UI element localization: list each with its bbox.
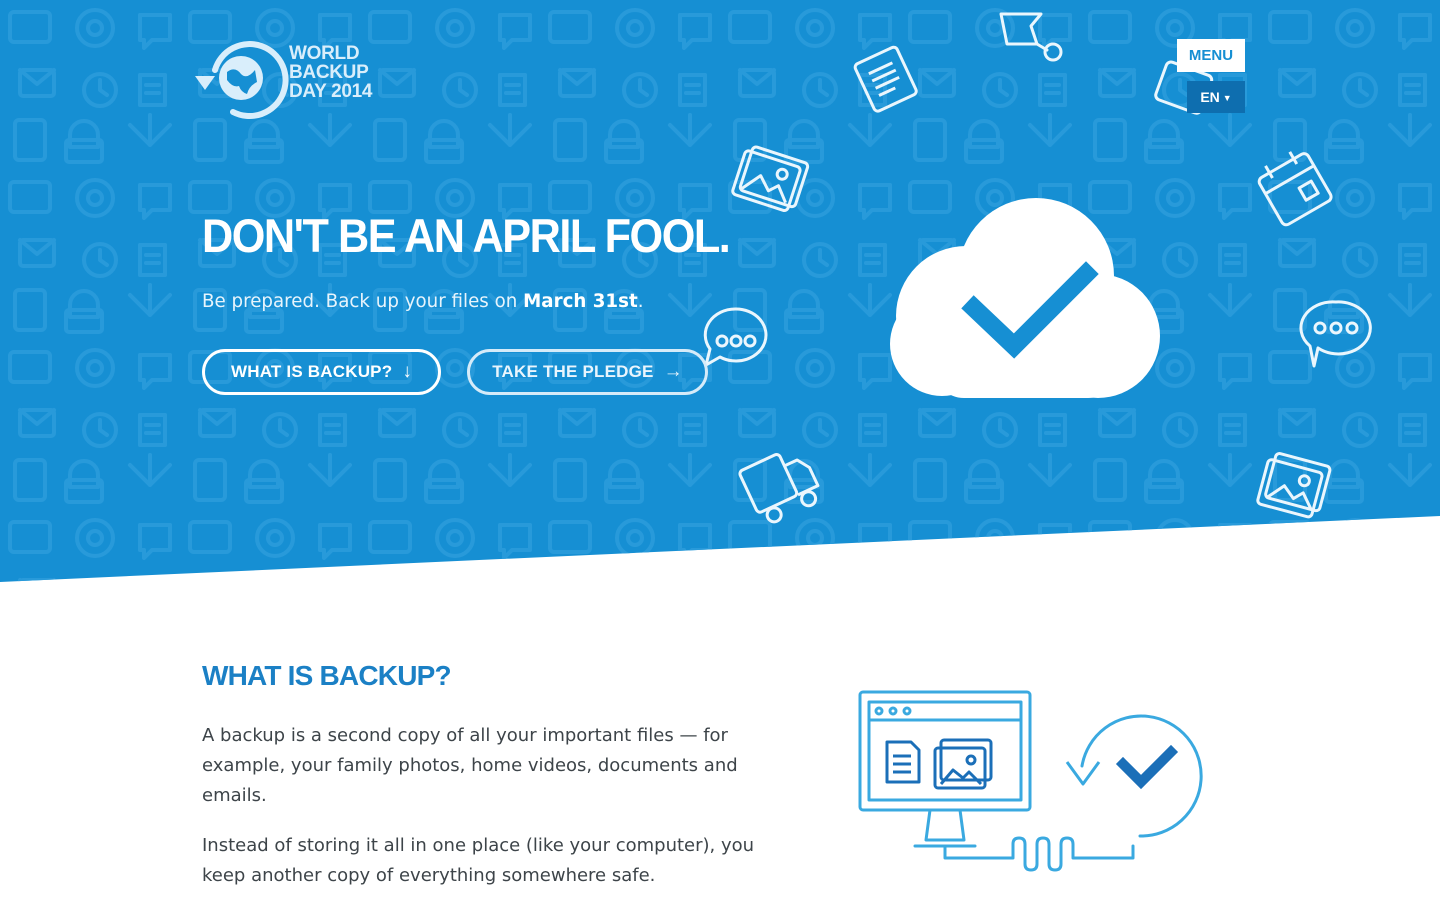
chat-bubble-icon <box>1299 300 1372 368</box>
hero-section: WORLD BACKUP DAY 2014 DON'T BE AN APRIL … <box>0 0 1440 582</box>
hero-subhead: Be prepared. Back up your files on March… <box>202 286 643 316</box>
language-label: EN <box>1200 89 1220 105</box>
truck-icon <box>738 453 820 524</box>
logo-line-1: WORLD <box>289 43 360 64</box>
subhead-date: March 31st <box>523 290 638 312</box>
what-is-backup-label: WHAT IS BACKUP? <box>230 362 393 381</box>
subhead-text: Be prepared. Back up your files on <box>202 290 524 312</box>
hero-headline: DON'T BE AN APRIL FOOL. <box>202 209 731 262</box>
section-paragraph: Instead of storing it all in one place (… <box>202 835 755 886</box>
computer-backup-sync-icon <box>858 690 1203 872</box>
logo-line-2: BACKUP <box>289 62 369 83</box>
section-title: WHAT IS BACKUP? <box>202 660 452 691</box>
take-the-pledge-button[interactable]: TAKE THE PLEDGE → <box>467 349 708 395</box>
logo-text: WORLD BACKUP DAY 2014 <box>289 44 379 101</box>
caret-down-icon: ▼ <box>1222 93 1232 103</box>
cloud-check-icon <box>890 198 1160 398</box>
photo-icon <box>1256 452 1332 519</box>
arrow-down-icon: ↓ <box>402 361 413 382</box>
photo-icon <box>731 145 810 212</box>
subhead-suffix: . <box>637 290 644 312</box>
take-the-pledge-label: TAKE THE PLEDGE <box>492 362 654 381</box>
document-icon <box>853 45 918 113</box>
logo-line-3: DAY 2014 <box>289 81 373 102</box>
what-is-backup-button[interactable]: WHAT IS BACKUP? ↓ <box>202 349 441 395</box>
arrow-right-icon: → <box>663 361 683 382</box>
video-camera-icon <box>999 12 1063 62</box>
calendar-icon <box>1257 151 1333 227</box>
chat-bubble-icon <box>703 307 768 367</box>
language-selector[interactable]: EN ▼ <box>1187 81 1245 113</box>
menu-button[interactable]: MENU <box>1177 39 1245 72</box>
section-paragraph: A backup is a second copy of all your im… <box>202 725 738 806</box>
